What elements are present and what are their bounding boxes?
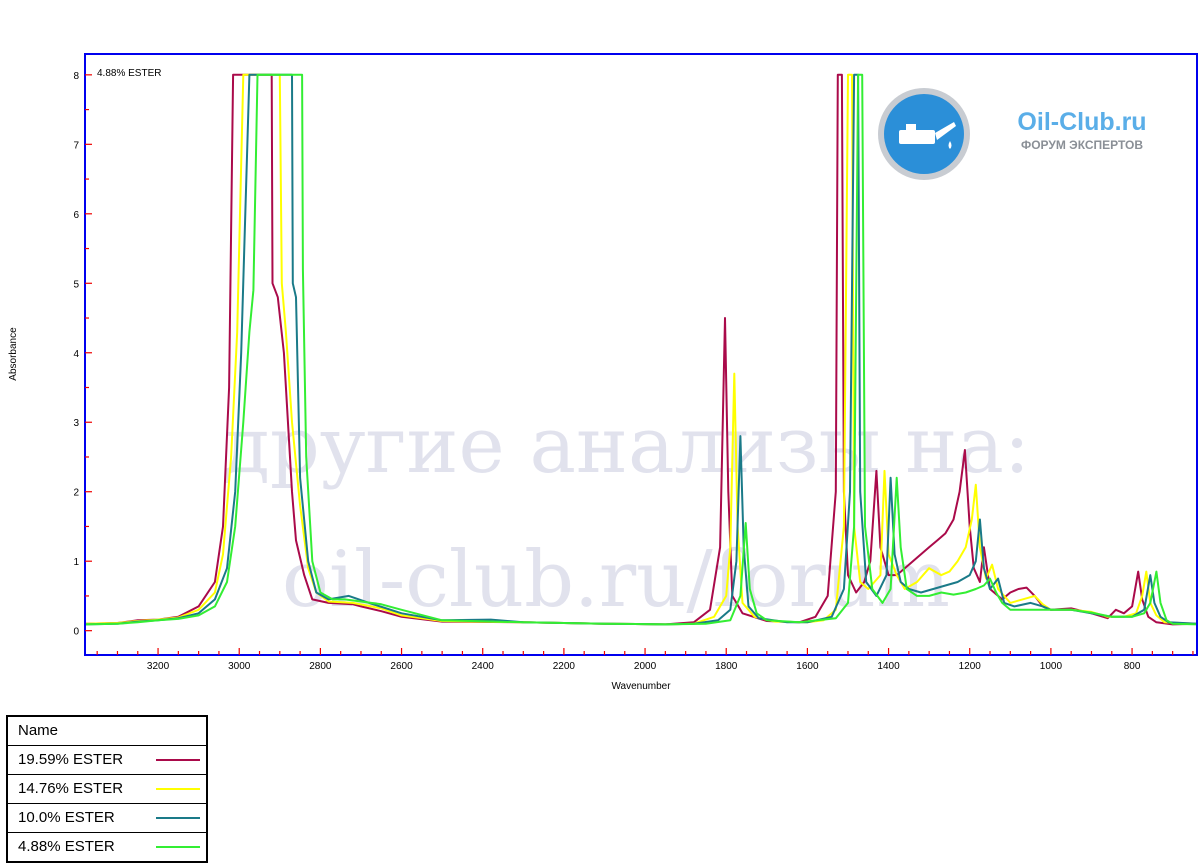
legend-swatch xyxy=(156,759,200,761)
x-tick-label: 1400 xyxy=(877,661,900,672)
x-tick-label: 1200 xyxy=(959,661,982,672)
legend-header: Name xyxy=(8,717,206,746)
oil-club-logo: Oil-Club.ru ФОРУМ ЭКСПЕРТОВ xyxy=(878,88,1147,180)
logo-tagline: ФОРУМ ЭКСПЕРТОВ xyxy=(1021,138,1143,152)
watermark-line-1: другие анализы на: xyxy=(222,401,1030,491)
y-axis-label: Absorbance xyxy=(8,327,19,381)
logo-brand: Oil-Club.ru xyxy=(1017,108,1146,136)
x-tick-label: 2400 xyxy=(472,661,495,672)
chart-title: 4.88% ESTER xyxy=(97,68,161,79)
legend-label: 4.88% ESTER xyxy=(18,838,115,855)
x-tick-label: 1000 xyxy=(1040,661,1063,672)
x-tick-label: 1800 xyxy=(715,661,738,672)
x-tick-label: 2200 xyxy=(553,661,576,672)
y-tick-label: 6 xyxy=(73,210,79,221)
legend-label: 19.59% ESTER xyxy=(18,751,124,768)
x-axis-label: Wavenumber xyxy=(611,681,671,692)
legend-label: 14.76% ESTER xyxy=(18,780,124,797)
legend-swatch xyxy=(156,788,200,790)
legend-swatch xyxy=(156,817,200,819)
legend-swatch xyxy=(156,846,200,848)
x-tick-label: 2600 xyxy=(390,661,413,672)
x-tick-label: 3000 xyxy=(228,661,251,672)
x-tick-label: 1600 xyxy=(796,661,819,672)
legend: Name 19.59% ESTER 14.76% ESTER 10.0% ESTER… xyxy=(6,715,208,863)
y-tick-label: 7 xyxy=(73,140,79,151)
x-tick-label: 2800 xyxy=(309,661,332,672)
y-tick-label: 8 xyxy=(73,71,79,82)
y-tick-label: 2 xyxy=(73,488,79,499)
y-tick-label: 1 xyxy=(73,557,79,568)
legend-entry: 10.0% ESTER xyxy=(8,804,206,833)
y-tick-label: 3 xyxy=(73,418,79,429)
y-tick-label: 0 xyxy=(73,627,79,638)
legend-entry: 14.76% ESTER xyxy=(8,775,206,804)
legend-label: 10.0% ESTER xyxy=(18,809,115,826)
x-tick-label: 3200 xyxy=(147,661,170,672)
y-tick-label: 4 xyxy=(73,349,79,360)
x-tick-label: 2000 xyxy=(634,661,657,672)
legend-entry: 19.59% ESTER xyxy=(8,746,206,775)
y-tick-label: 5 xyxy=(73,279,79,290)
x-tick-label: 800 xyxy=(1124,661,1141,672)
